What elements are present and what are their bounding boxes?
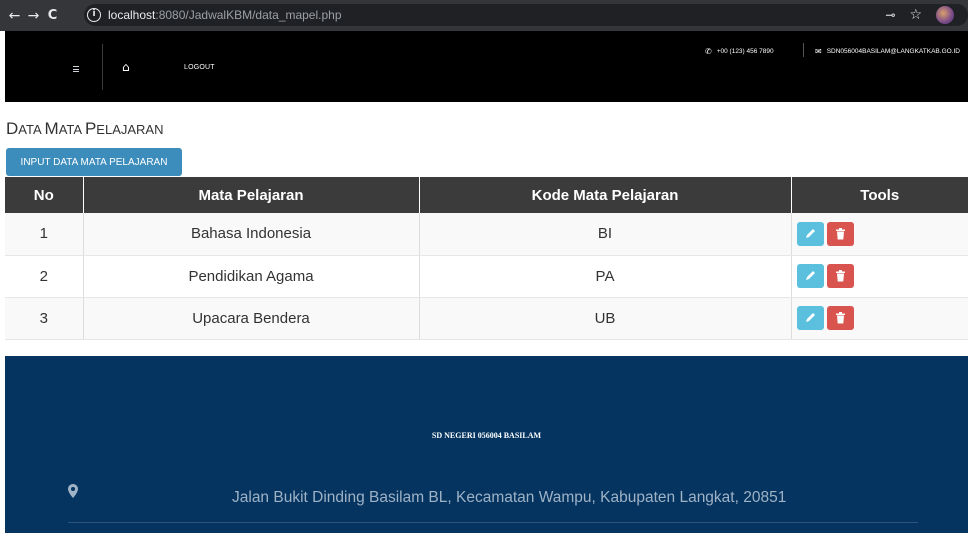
phone-icon: ✆ <box>705 47 712 56</box>
trash-icon <box>835 312 845 324</box>
reload-icon[interactable]: C <box>43 8 62 23</box>
pencil-icon <box>805 313 815 322</box>
delete-button[interactable] <box>826 264 854 288</box>
bookmark-star-icon[interactable]: ☆ <box>909 7 922 23</box>
table-row: 2 Pendidikan Agama PA <box>5 255 968 298</box>
cell-tools <box>791 213 968 256</box>
url-host: localhost <box>108 8 156 22</box>
trash-icon <box>835 227 845 240</box>
header-mata-pelajaran: Mata Pelajaran <box>83 177 420 213</box>
edit-button[interactable] <box>796 264 824 288</box>
mapel-table: No Mata Pelajaran Kode Mata Pelajaran To… <box>5 177 968 340</box>
site-header: ⌂ LOGOUT ✆ +00 (123) 456 7890 ✉ SDN05600… <box>5 31 968 102</box>
table-row: 1 Bahasa Indonesia BI <box>5 213 968 256</box>
pencil-icon <box>805 228 815 238</box>
home-icon[interactable]: ⌂ <box>122 60 130 74</box>
contact-phone: ✆ +00 (123) 456 7890 <box>705 47 774 56</box>
table-header-row: No Mata Pelajaran Kode Mata Pelajaran To… <box>5 177 968 213</box>
cell-no: 1 <box>5 213 84 256</box>
cell-mapel: Upacara Bendera <box>83 297 420 340</box>
url-path: :8080/JadwalKBM/data_mapel.php <box>155 8 342 22</box>
cell-no: 3 <box>5 297 84 340</box>
map-marker-icon <box>68 484 78 498</box>
edit-button[interactable] <box>796 306 824 330</box>
footer-address: Jalan Bukit Dinding Basilam BL, Kecamata… <box>232 489 787 506</box>
forward-icon[interactable]: → <box>24 8 43 24</box>
header-no: No <box>5 177 84 213</box>
contact-email: ✉ SDN056004BASILAM@LANGKATKAB.GO.ID <box>815 47 960 56</box>
cell-tools <box>791 297 968 340</box>
edit-button[interactable] <box>796 221 824 246</box>
footer-divider <box>68 522 918 523</box>
page-title: DATA MATA PELAJARAN <box>6 119 164 138</box>
footer-school-name: SD NEGERI 056004 BASILAM <box>431 431 542 440</box>
phone-number: +00 (123) 456 7890 <box>716 48 774 55</box>
trash-icon <box>835 270 845 282</box>
cell-tools <box>791 255 968 298</box>
delete-button[interactable] <box>826 306 854 330</box>
pencil-icon <box>805 271 815 280</box>
browser-toolbar: ← → C i localhost:8080/JadwalKBM/data_ma… <box>0 0 968 31</box>
mail-icon: ✉ <box>815 47 822 56</box>
contact-divider <box>803 43 804 57</box>
address-bar-actions: ⊸ ☆ <box>885 4 954 26</box>
header-tools: Tools <box>791 177 968 213</box>
table-row: 3 Upacara Bendera UB <box>5 297 968 340</box>
hamburger-menu-icon[interactable] <box>73 66 79 72</box>
cell-kode: UB <box>419 297 792 340</box>
cell-no: 2 <box>5 255 84 298</box>
site-footer: SD NEGERI 056004 BASILAM Jalan Bukit Din… <box>5 356 968 533</box>
cell-kode: BI <box>419 213 792 256</box>
input-data-button[interactable]: INPUT DATA MATA PELAJARAN <box>6 148 182 176</box>
key-icon[interactable]: ⊸ <box>885 8 895 22</box>
cell-mapel: Bahasa Indonesia <box>83 213 420 256</box>
delete-button[interactable] <box>826 221 854 246</box>
logout-link[interactable]: LOGOUT <box>184 64 215 71</box>
profile-avatar[interactable] <box>936 6 954 24</box>
cell-mapel: Pendidikan Agama <box>83 255 420 298</box>
email-address: SDN056004BASILAM@LANGKATKAB.GO.ID <box>826 48 960 55</box>
back-icon[interactable]: ← <box>5 8 24 24</box>
header-divider <box>102 44 103 90</box>
cell-kode: PA <box>419 255 792 298</box>
site-info-icon[interactable]: i <box>87 8 101 22</box>
header-kode: Kode Mata Pelajaran <box>419 177 792 213</box>
address-bar[interactable]: i localhost:8080/JadwalKBM/data_mapel.ph… <box>84 4 968 26</box>
url-text: localhost:8080/JadwalKBM/data_mapel.php <box>108 8 342 22</box>
